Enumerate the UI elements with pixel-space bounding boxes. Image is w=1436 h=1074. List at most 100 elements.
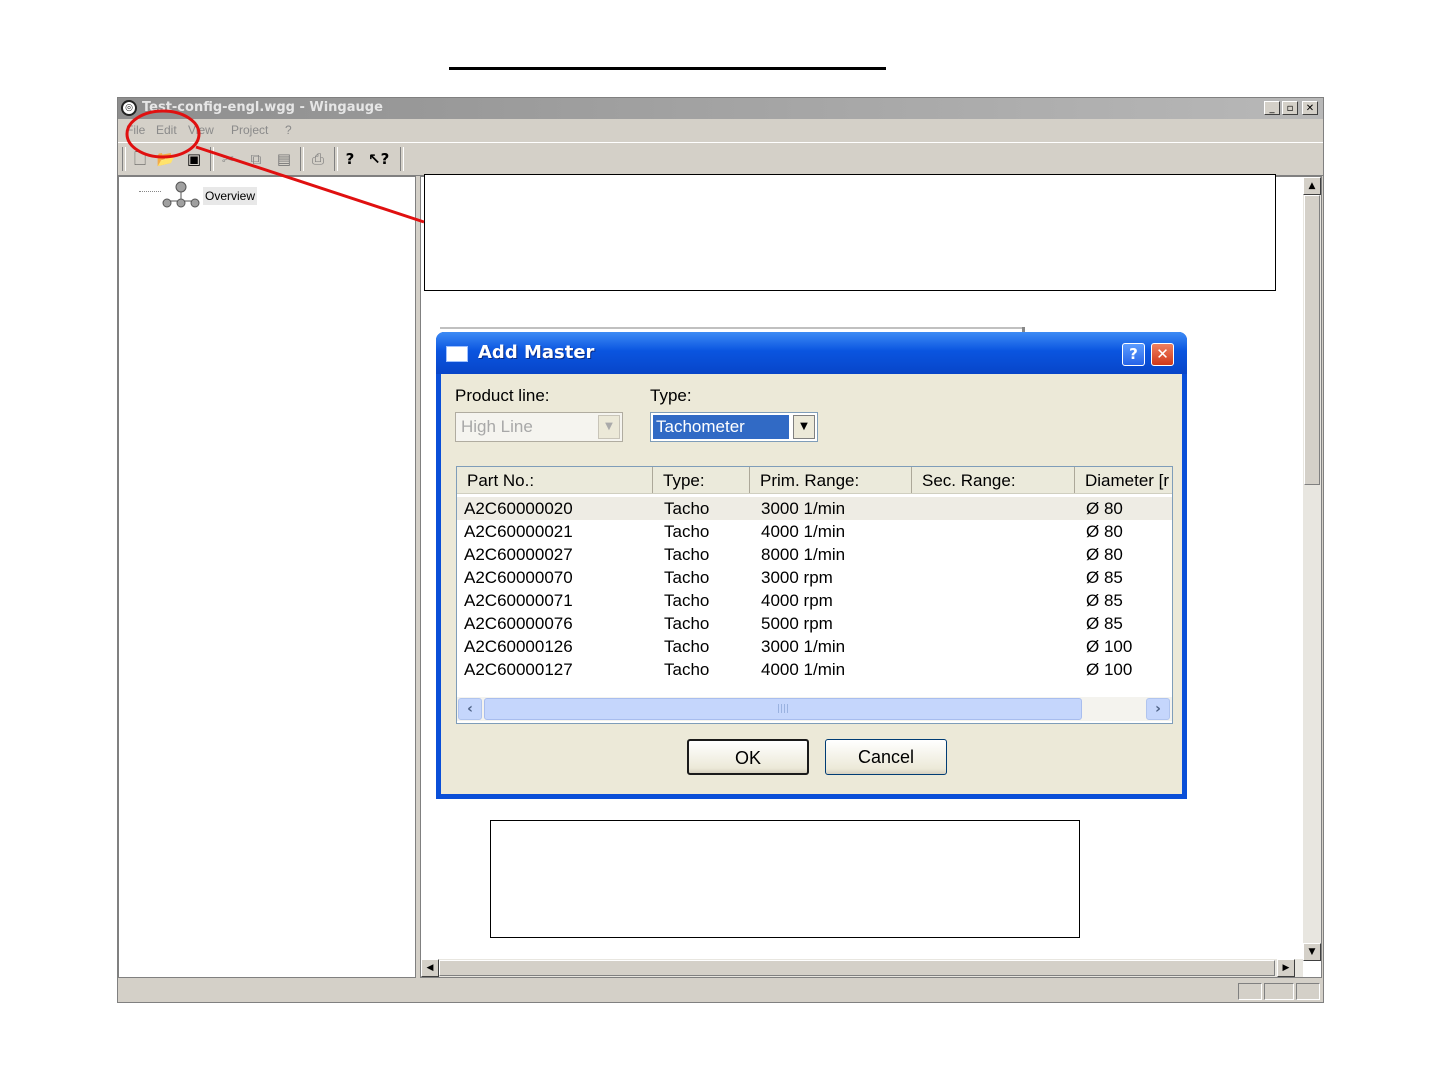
dialog-close-button[interactable]: ✕ <box>1151 343 1174 366</box>
dialog-title: Add Master <box>478 342 595 363</box>
toolbar-separator <box>210 147 214 171</box>
menu-view[interactable]: View <box>188 123 214 137</box>
menu-bar: File Edit View Project ? <box>118 119 1323 141</box>
save-icon[interactable]: ▣ <box>184 149 204 169</box>
scroll-down-icon[interactable]: ▼ <box>1303 943 1321 961</box>
chevron-down-icon[interactable]: ▼ <box>793 415 815 439</box>
context-help-icon[interactable]: ↖? <box>368 149 389 169</box>
toolbar-separator <box>400 147 404 171</box>
menu-project[interactable]: Project <box>231 123 268 137</box>
table-cell-type: Tacho <box>664 660 710 679</box>
table-cell-type: Tacho <box>664 522 710 541</box>
minimize-button[interactable]: _ <box>1264 101 1280 115</box>
table-row[interactable]: A2C60000071 Tacho 4000 rpm Ø 85 <box>457 589 1172 612</box>
print-icon[interactable]: ⎙ <box>308 149 328 169</box>
table-row[interactable]: A2C60000021 Tacho 4000 1/min Ø 80 <box>457 520 1172 543</box>
vertical-scroll-thumb[interactable] <box>1304 195 1320 485</box>
table-cell-prim: 4000 rpm <box>761 591 833 610</box>
table-cell-part: A2C60000071 <box>464 591 573 610</box>
table-row[interactable]: A2C60000126 Tacho 3000 1/min Ø 100 <box>457 635 1172 658</box>
close-button[interactable]: ✕ <box>1302 101 1318 115</box>
toolbar: 🗋 📂 ▣ ✂ ⧉ ▤ ⎙ ? ↖? <box>118 142 1323 176</box>
network-icon <box>162 181 200 208</box>
list-horizontal-scrollbar[interactable]: ‹ |||| › <box>457 697 1172 721</box>
table-cell-prim: 3000 rpm <box>761 568 833 587</box>
type-value: Tachometer <box>653 415 789 439</box>
menu-file[interactable]: File <box>126 123 145 137</box>
type-label: Type: <box>650 386 692 405</box>
paste-icon[interactable]: ▤ <box>274 149 294 169</box>
cut-icon[interactable]: ✂ <box>218 149 238 169</box>
column-header-sec-range[interactable]: Sec. Range: <box>912 467 1075 493</box>
table-cell-part: A2C60000027 <box>464 545 573 564</box>
cancel-button[interactable]: Cancel <box>825 739 947 775</box>
column-header-part-no[interactable]: Part No.: <box>457 467 653 493</box>
horizontal-scrollbar[interactable]: ◀ ▶ <box>421 959 1303 977</box>
table-row[interactable]: A2C60000027 Tacho 8000 1/min Ø 80 <box>457 543 1172 566</box>
annotation-box-bottom <box>490 820 1080 938</box>
table-row[interactable]: A2C60000076 Tacho 5000 rpm Ø 85 <box>457 612 1172 635</box>
table-cell-type: Tacho <box>664 591 710 610</box>
open-folder-icon[interactable]: 📂 <box>156 149 176 169</box>
status-panel <box>1238 983 1262 1000</box>
toolbar-separator <box>334 147 338 171</box>
tree-node-label[interactable]: Overview <box>203 187 258 205</box>
dialog-help-button[interactable]: ? <box>1122 343 1145 366</box>
table-row[interactable]: A2C60000070 Tacho 3000 rpm Ø 85 <box>457 566 1172 589</box>
tree-node-overview[interactable]: Overview <box>161 181 261 209</box>
status-panel <box>1264 983 1294 1000</box>
table-cell-diameter: Ø 80 <box>1086 499 1123 518</box>
column-header-diameter[interactable]: Diameter [r <box>1075 467 1172 493</box>
table-cell-part: A2C60000127 <box>464 660 573 679</box>
column-header-prim-range[interactable]: Prim. Range: <box>750 467 912 493</box>
table-cell-diameter: Ø 80 <box>1086 545 1123 564</box>
status-bar <box>118 980 1323 1002</box>
horizontal-scroll-thumb[interactable] <box>439 960 1275 976</box>
add-master-dialog: Add Master ? ✕ Product line: Type: High … <box>436 332 1187 799</box>
scroll-left-icon[interactable]: ‹ <box>458 698 482 720</box>
restore-button[interactable]: ▫ <box>1282 101 1298 115</box>
chevron-down-icon[interactable]: ▼ <box>598 415 620 439</box>
list-scroll-thumb[interactable]: |||| <box>484 698 1082 720</box>
help-icon[interactable]: ? <box>340 149 360 169</box>
ok-button[interactable]: OK <box>687 739 809 775</box>
toolbar-separator <box>300 147 304 171</box>
scroll-right-icon[interactable]: › <box>1146 698 1170 720</box>
product-line-select[interactable]: High Line ▼ <box>455 412 623 442</box>
scroll-up-icon[interactable]: ▲ <box>1303 177 1321 195</box>
column-header-type[interactable]: Type: <box>653 467 750 493</box>
table-cell-prim: 3000 1/min <box>761 637 846 656</box>
annotation-box-top <box>424 174 1276 291</box>
table-cell-part: A2C60000126 <box>464 637 573 656</box>
slide-title-underline <box>449 67 886 70</box>
table-cell-prim: 8000 1/min <box>761 545 846 564</box>
scroll-right-icon[interactable]: ▶ <box>1277 959 1295 977</box>
dialog-titlebar[interactable]: Add Master ? ✕ <box>436 332 1187 374</box>
copy-icon[interactable]: ⧉ <box>246 149 266 169</box>
vertical-scrollbar[interactable]: ▲ ▼ <box>1303 177 1321 961</box>
status-panel <box>1296 983 1320 1000</box>
menu-help[interactable]: ? <box>285 123 292 137</box>
dialog-body: Product line: Type: High Line ▼ Tachomet… <box>441 374 1182 794</box>
type-select[interactable]: Tachometer ▼ <box>650 412 818 442</box>
table-cell-diameter: Ø 85 <box>1086 591 1123 610</box>
scroll-left-icon[interactable]: ◀ <box>421 959 439 977</box>
wingauge-icon: ◎ <box>121 100 137 116</box>
table-cell-part: A2C60000076 <box>464 614 573 633</box>
table-cell-part: A2C60000020 <box>464 499 573 518</box>
project-tree[interactable]: Overview <box>118 176 416 978</box>
table-cell-type: Tacho <box>664 614 710 633</box>
window-titlebar[interactable]: ◎ Test-config-engl.wgg - Wingauge _ ▫ ✕ <box>118 98 1323 119</box>
table-row[interactable]: A2C60000020 Tacho 3000 1/min Ø 80 <box>457 497 1172 520</box>
dialog-window-icon <box>446 346 468 362</box>
list-header: Part No.: Type: Prim. Range: Sec. Range:… <box>457 467 1172 494</box>
new-file-icon[interactable]: 🗋 <box>130 149 150 169</box>
table-row[interactable]: A2C60000127 Tacho 4000 1/min Ø 100 <box>457 658 1172 681</box>
menu-edit[interactable]: Edit <box>156 123 177 137</box>
table-cell-diameter: Ø 100 <box>1086 637 1133 656</box>
table-cell-prim: 4000 1/min <box>761 660 846 679</box>
window-title: Test-config-engl.wgg - Wingauge <box>142 100 383 115</box>
table-cell-part: A2C60000021 <box>464 522 573 541</box>
master-list[interactable]: Part No.: Type: Prim. Range: Sec. Range:… <box>456 466 1173 724</box>
table-cell-diameter: Ø 80 <box>1086 522 1123 541</box>
